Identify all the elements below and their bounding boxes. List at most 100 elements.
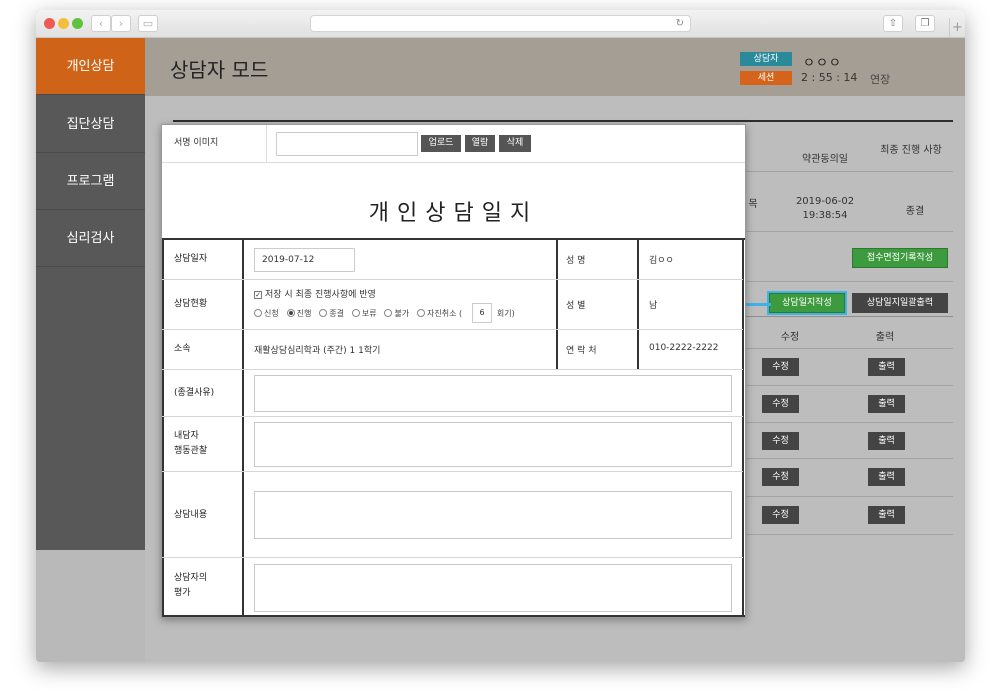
behavior-observation-textarea[interactable]: [254, 422, 732, 467]
table-divider: [745, 231, 953, 232]
form-title: 개인상담일지: [368, 201, 539, 226]
table-divider: [745, 458, 953, 459]
status-option[interactable]: 진행: [286, 308, 311, 319]
table-divider: [745, 534, 953, 535]
status-label: 상담현황: [174, 299, 208, 309]
table-divider: [745, 348, 953, 349]
print-button[interactable]: 출력: [868, 506, 905, 524]
sidebar-item-individual-counseling[interactable]: 개인상담: [36, 38, 145, 95]
sidebar-item-program[interactable]: 프로그램: [36, 153, 145, 210]
minimize-window-icon[interactable]: [58, 18, 69, 29]
table-divider: [745, 496, 953, 497]
session-timer: 2 : 55 : 14: [801, 71, 858, 84]
intake-record-button[interactable]: 접수면접기록작성: [852, 248, 948, 268]
sidebar-item-psych-test[interactable]: 심리검사: [36, 210, 145, 267]
print-button[interactable]: 출력: [868, 468, 905, 486]
status-option[interactable]: 보류: [351, 308, 377, 319]
partial-cell-text: 목: [748, 199, 758, 210]
reload-icon[interactable]: ↻: [676, 16, 684, 32]
date-input[interactable]: 2019-07-12: [254, 248, 355, 272]
counseling-log-table: 상담일자 2019-07-12 성 명 김ㅇㅇ 상담현황 ✓ 저장 시 최종 진행…: [162, 238, 745, 617]
edit-button[interactable]: 수정: [762, 506, 799, 524]
radio-icon: [384, 309, 393, 317]
close-window-icon[interactable]: [44, 18, 55, 29]
new-tab-icon[interactable]: +: [949, 18, 965, 38]
row-termination-reason: (종결사유): [162, 370, 743, 417]
table-top-rule: [173, 120, 953, 122]
table-divider: [745, 171, 953, 172]
browser-titlebar: ‹ › ▭ ↻ ⇧ ❐ +: [36, 10, 965, 38]
name-value: 김ㅇㅇ: [649, 256, 674, 266]
affiliation-label: 소속: [174, 344, 191, 354]
consent-date-value: 2019-06-02 19:38:54: [795, 196, 855, 221]
termination-reason-textarea[interactable]: [254, 375, 732, 412]
edit-button[interactable]: 수정: [762, 468, 799, 486]
edit-button[interactable]: 수정: [762, 432, 799, 450]
back-icon[interactable]: ‹: [91, 15, 111, 32]
row-date: 상담일자 2019-07-12 성 명 김ㅇㅇ: [162, 240, 743, 280]
final-status-value: 종결: [905, 206, 925, 217]
counseling-content-textarea[interactable]: [254, 491, 732, 539]
forward-icon[interactable]: ›: [111, 15, 131, 32]
maximize-window-icon[interactable]: [72, 18, 83, 29]
column-header-print: 출력: [875, 332, 895, 343]
save-checkbox-row: ✓ 저장 시 최종 진행사항에 반영: [254, 287, 376, 300]
column-header-edit: 수정: [780, 332, 800, 343]
termination-reason-label: (종결사유): [174, 388, 215, 398]
table-divider: [745, 422, 953, 423]
evaluation-label: 상담자의 평가: [174, 573, 208, 598]
print-button[interactable]: 출력: [868, 432, 905, 450]
print-all-logs-button[interactable]: 상담일지일괄출력: [852, 293, 948, 313]
radio-icon: [254, 309, 262, 317]
view-button[interactable]: 열람: [465, 135, 495, 152]
save-checkbox[interactable]: ✓: [254, 290, 262, 299]
page-header: 상담자 모드 상담자 ㅇㅇㅇ 세션 2 : 55 : 14 연장: [145, 38, 965, 96]
edit-button[interactable]: 수정: [762, 395, 799, 413]
upload-button[interactable]: 업로드: [421, 135, 461, 152]
column-header-final-status: 최종 진행 사항: [880, 145, 942, 156]
radio-icon: [351, 309, 360, 317]
sidebar-toggle-icon[interactable]: ▭: [138, 15, 158, 32]
counselor-badge: 상담자: [740, 52, 792, 66]
table-divider: [745, 316, 953, 317]
gender-label: 성 별: [566, 301, 586, 311]
status-radio-group: 신청 진행 종결 보류 불가 자진취소 ( 6 회기): [254, 303, 520, 323]
name-label: 성 명: [566, 256, 586, 266]
signature-file-input[interactable]: [276, 132, 418, 156]
print-button[interactable]: 출력: [868, 395, 905, 413]
row-counselor-evaluation: 상담자의 평가: [162, 558, 743, 615]
table-divider: [745, 281, 953, 282]
session-count-input[interactable]: 6: [472, 303, 493, 323]
contact-label: 연 락 처: [566, 346, 597, 356]
column-header-consent-date: 약관동의일: [802, 154, 848, 165]
counselor-name: ㅇㅇㅇ: [803, 56, 842, 71]
radio-icon: [319, 309, 328, 317]
session-badge: 세션: [740, 71, 792, 85]
signature-row: 서명 이미지 업로드 열람 삭제: [162, 125, 745, 163]
tabs-icon[interactable]: ❐: [915, 15, 935, 32]
table-divider: [745, 385, 953, 386]
status-option[interactable]: 불가: [384, 308, 409, 319]
sidebar: 개인상담 집단상담 프로그램 심리검사: [36, 38, 145, 550]
signature-label: 서명 이미지: [162, 125, 267, 162]
counselor-evaluation-textarea[interactable]: [254, 564, 732, 612]
edit-button[interactable]: 수정: [762, 358, 799, 376]
share-icon[interactable]: ⇧: [883, 15, 903, 32]
status-option[interactable]: 자진취소 (: [417, 308, 462, 319]
row-counseling-content: 상담내용: [162, 472, 743, 558]
write-log-button[interactable]: 상담일지작성: [767, 291, 847, 315]
row-affiliation: 소속 재활상담심리학과 (주간) 1 1학기 연 락 처 010-2222-22…: [162, 330, 743, 370]
delete-button[interactable]: 삭제: [499, 135, 531, 152]
address-bar[interactable]: ↻: [310, 15, 691, 32]
extend-session-link[interactable]: 연장: [870, 71, 890, 87]
status-option[interactable]: 종결: [319, 308, 344, 319]
content-label: 상담내용: [174, 510, 208, 520]
status-option[interactable]: 신청: [254, 308, 279, 319]
row-behavior-observation: 내담자 행동관찰: [162, 417, 743, 472]
print-button[interactable]: 출력: [868, 358, 905, 376]
behavior-label: 내담자 행동관찰: [174, 431, 208, 456]
contact-value: 010-2222-2222: [649, 343, 719, 353]
session-suffix: 회기): [496, 308, 515, 318]
save-checkbox-label: 저장 시 최종 진행사항에 반영: [265, 290, 376, 300]
sidebar-item-group-counseling[interactable]: 집단상담: [36, 96, 145, 153]
